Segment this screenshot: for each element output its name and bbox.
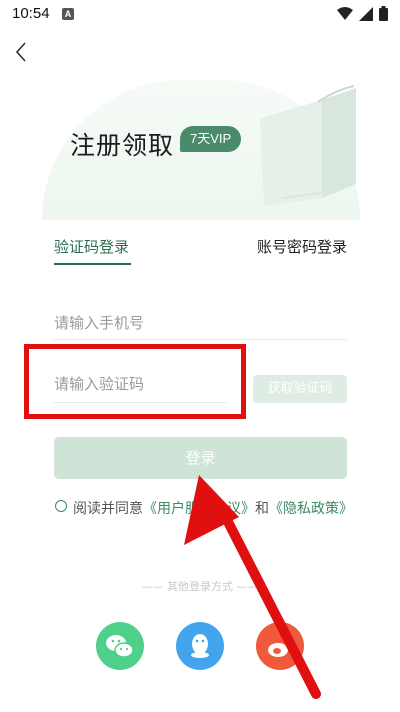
agreement-checkbox[interactable] <box>55 500 67 512</box>
qq-icon <box>191 634 209 658</box>
signal-icon <box>359 6 373 21</box>
hero-title: 注册领取 <box>70 131 175 160</box>
status-icons <box>337 6 388 21</box>
agreement-text: 阅读并同意《用户服务协议》和《隐私政策》 <box>73 497 353 522</box>
user-agreement-link[interactable]: 《用户服务协议》 <box>143 501 255 517</box>
vip-badge: 7天VIP <box>180 126 242 152</box>
wechat-icon <box>106 635 134 658</box>
tab-password-login[interactable]: 账号密码登录 <box>257 236 347 257</box>
get-code-button[interactable]: 获取验证码 <box>253 375 347 403</box>
battery-icon <box>379 6 388 21</box>
phone-divider <box>54 339 346 340</box>
hero-banner: 注册领取 7天VIP <box>0 60 400 220</box>
annotation-highlight-box <box>24 344 246 419</box>
weibo-login-button[interactable] <box>256 622 304 670</box>
login-button[interactable]: 登录 <box>54 437 347 479</box>
wifi-icon <box>337 6 353 20</box>
notification-icon: A <box>62 8 74 20</box>
phone-input[interactable] <box>54 308 346 338</box>
tab-sms-login[interactable]: 验证码登录 <box>54 236 129 257</box>
weibo-icon <box>268 637 292 657</box>
book-illustration <box>260 85 356 206</box>
wechat-login-button[interactable] <box>96 622 144 670</box>
qq-login-button[interactable] <box>176 622 224 670</box>
status-time: 10:54 <box>12 5 50 22</box>
privacy-policy-link[interactable]: 《隐私政策》 <box>269 501 353 517</box>
other-login-label: —— 其他登录方式 —— <box>141 580 259 593</box>
status-bar: 10:54 A <box>0 0 400 28</box>
agreement-prefix: 阅读并同意 <box>73 501 143 517</box>
agreement-and: 和 <box>255 501 269 517</box>
active-tab-indicator <box>54 263 131 265</box>
